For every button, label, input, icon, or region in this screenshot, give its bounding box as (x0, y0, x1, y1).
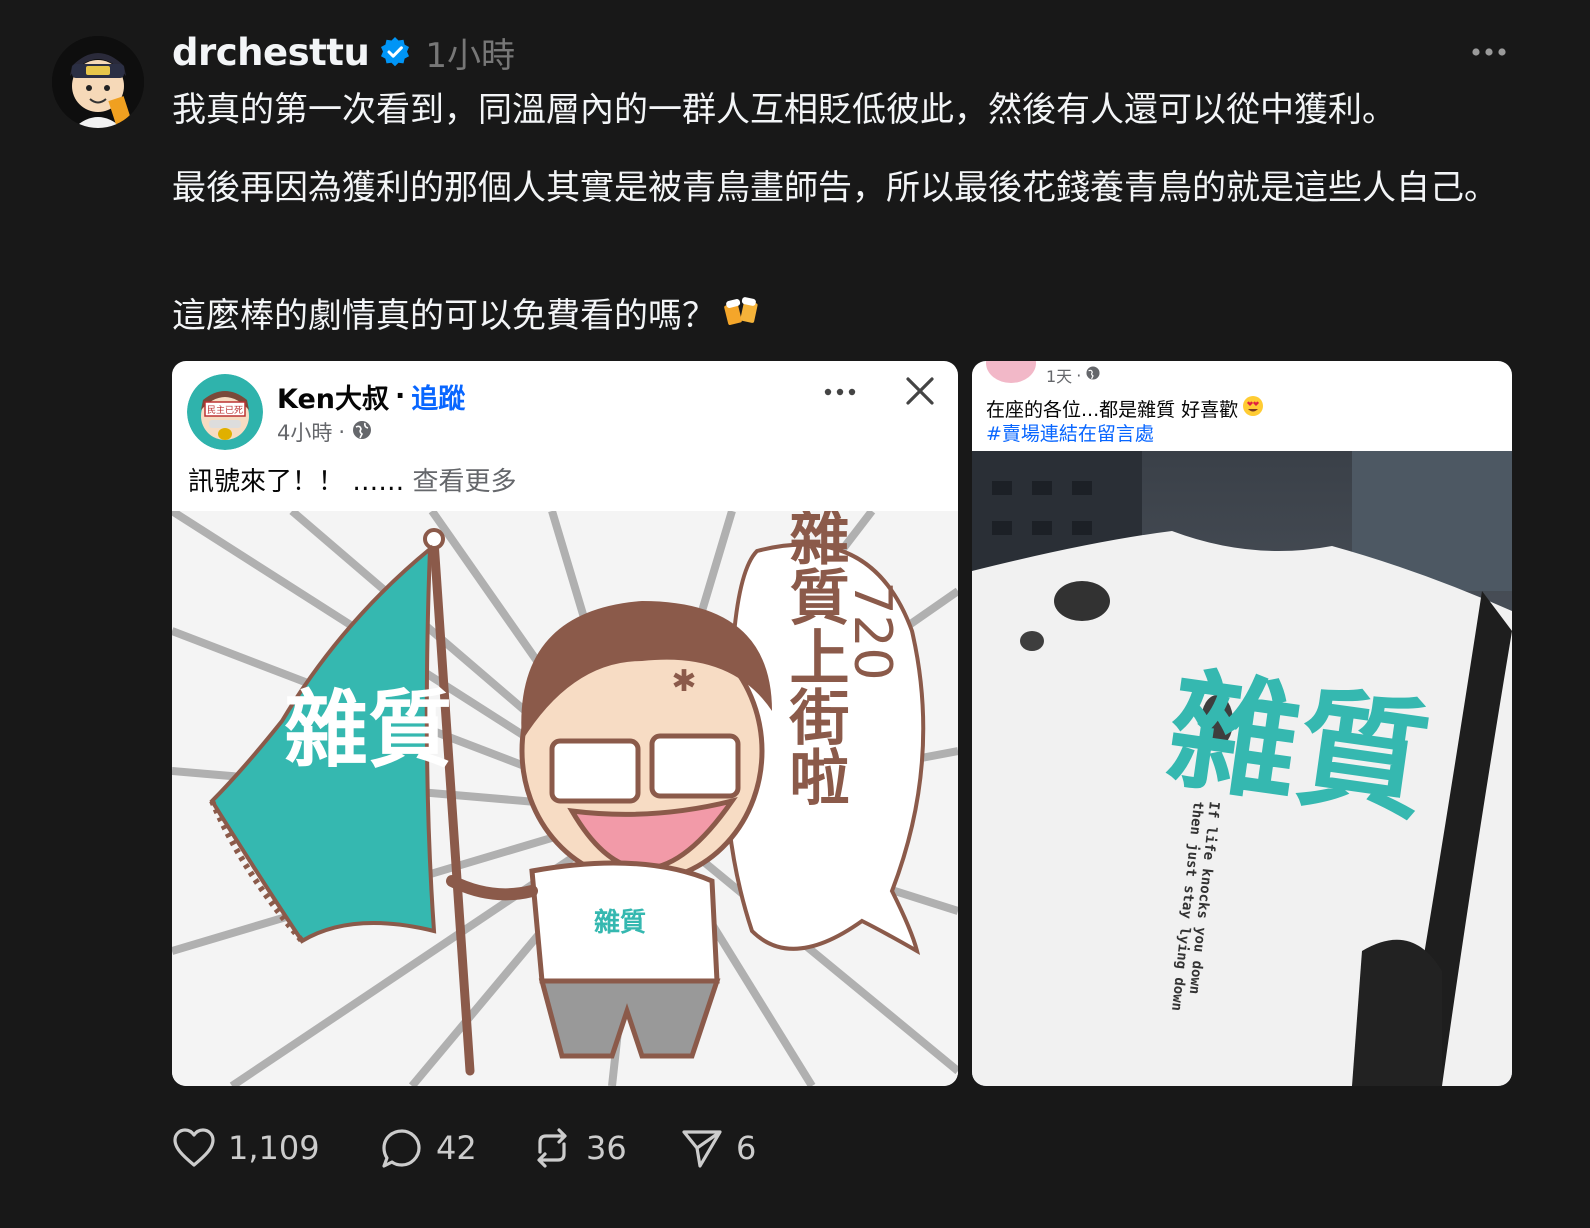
heart-eyes-emoji-icon (1242, 395, 1264, 422)
globe-icon (351, 419, 373, 446)
photo-post-meta: 1天 · (1046, 363, 1101, 387)
globe-icon (1085, 365, 1101, 385)
author-avatar[interactable] (52, 36, 144, 128)
fb-name-row: Ken大叔 · 追蹤 (277, 377, 465, 416)
post-time[interactable]: 1小時 (425, 28, 515, 77)
flag-text-1: 雜質 (284, 681, 452, 779)
post-header: drchesttu 1小時 (172, 24, 515, 80)
attached-image-1[interactable]: 民主已死 Ken大叔 · 追蹤 4小時 · 訊號來了！！ …… 查看更多 雜質 … (172, 361, 958, 1086)
fb-author-name: Ken大叔 (277, 384, 389, 415)
share-count: 6 (736, 1129, 757, 1167)
photo-post-time: 1天 (1046, 367, 1073, 386)
bubble-text-date: 720 (842, 581, 902, 680)
repost-icon (537, 1128, 567, 1168)
attached-image-2[interactable]: 1天 · 在座的各位...都是雜質 好喜歡 #賣場連結在留言處 雜質 If li… (972, 361, 1512, 1086)
verified-badge-icon (379, 36, 411, 68)
fb-close-icon (900, 371, 940, 411)
fb-more-icon (820, 377, 860, 407)
post-text-paragraph-2: 最後再因為獲利的那個人其實是被青鳥畫師告，所以最後花錢養青鳥的就是這些人自己。 (172, 168, 1498, 208)
photo-post-hashtag: #賣場連結在留言處 (986, 423, 1154, 445)
cartoon-illustration: 雜質 雜質上街啦 720 ✱ 雜質 (172, 506, 958, 1086)
fb-author-avatar: 民主已死 (187, 374, 263, 450)
beer-mugs-icon (722, 290, 762, 345)
fb-follow-link: 追蹤 (411, 384, 466, 415)
more-options-icon[interactable] (1462, 34, 1516, 70)
like-count: 1,109 (228, 1129, 320, 1167)
photo-post-caption: 在座的各位...都是雜質 好喜歡 (986, 395, 1264, 422)
tshirt-photo: 雜質 If life knocks you down then just sta… (972, 451, 1512, 1086)
comment-icon (382, 1129, 421, 1168)
fb-meta: 4小時 · (277, 417, 373, 447)
repost-button[interactable]: 36 (530, 1120, 627, 1176)
post-text-paragraph-1: 我真的第一次看到，同溫層內的一群人互相貶低彼此，然後有人還可以從中獲利。 (172, 90, 1396, 130)
author-username[interactable]: drchesttu (172, 31, 370, 74)
fb-see-more: 查看更多 (412, 467, 517, 497)
fb-caption: 訊號來了！！ …… 查看更多 (188, 461, 517, 498)
photo-post-caption-text: 在座的各位...都是雜質 好喜歡 (986, 399, 1239, 421)
share-button[interactable]: 6 (680, 1120, 756, 1176)
reply-button[interactable]: 42 (380, 1120, 477, 1176)
like-button[interactable]: 1,109 (172, 1120, 320, 1176)
fb-caption-text: 訊號來了！！ …… (188, 467, 405, 497)
threads-post: drchesttu 1小時 我真的第一次看到，同溫層內的一群人互相貶低彼此，然後… (0, 0, 1590, 1228)
post-text-paragraph-3: 這麼棒的劇情真的可以免費看的嗎？ (172, 290, 1517, 345)
fb-avatar-sign: 民主已死 (207, 404, 243, 416)
fb-meta-separator: · (338, 420, 346, 444)
svg-text:✱: ✱ (671, 664, 696, 699)
photo-poster-avatar (986, 361, 1036, 383)
send-icon (682, 1130, 722, 1168)
reply-count: 42 (436, 1129, 477, 1167)
repost-count: 36 (586, 1129, 627, 1167)
shirt-text-cartoon: 雜質 (594, 907, 646, 938)
fb-separator: · (394, 381, 406, 412)
heart-icon (173, 1128, 215, 1167)
post-text-paragraph-3-text: 這麼棒的劇情真的可以免費看的嗎？ (172, 296, 716, 336)
bubble-text-main: 雜質上街啦 (779, 511, 850, 806)
fb-time: 4小時 (277, 421, 333, 445)
photo-post-separator: · (1076, 365, 1082, 385)
